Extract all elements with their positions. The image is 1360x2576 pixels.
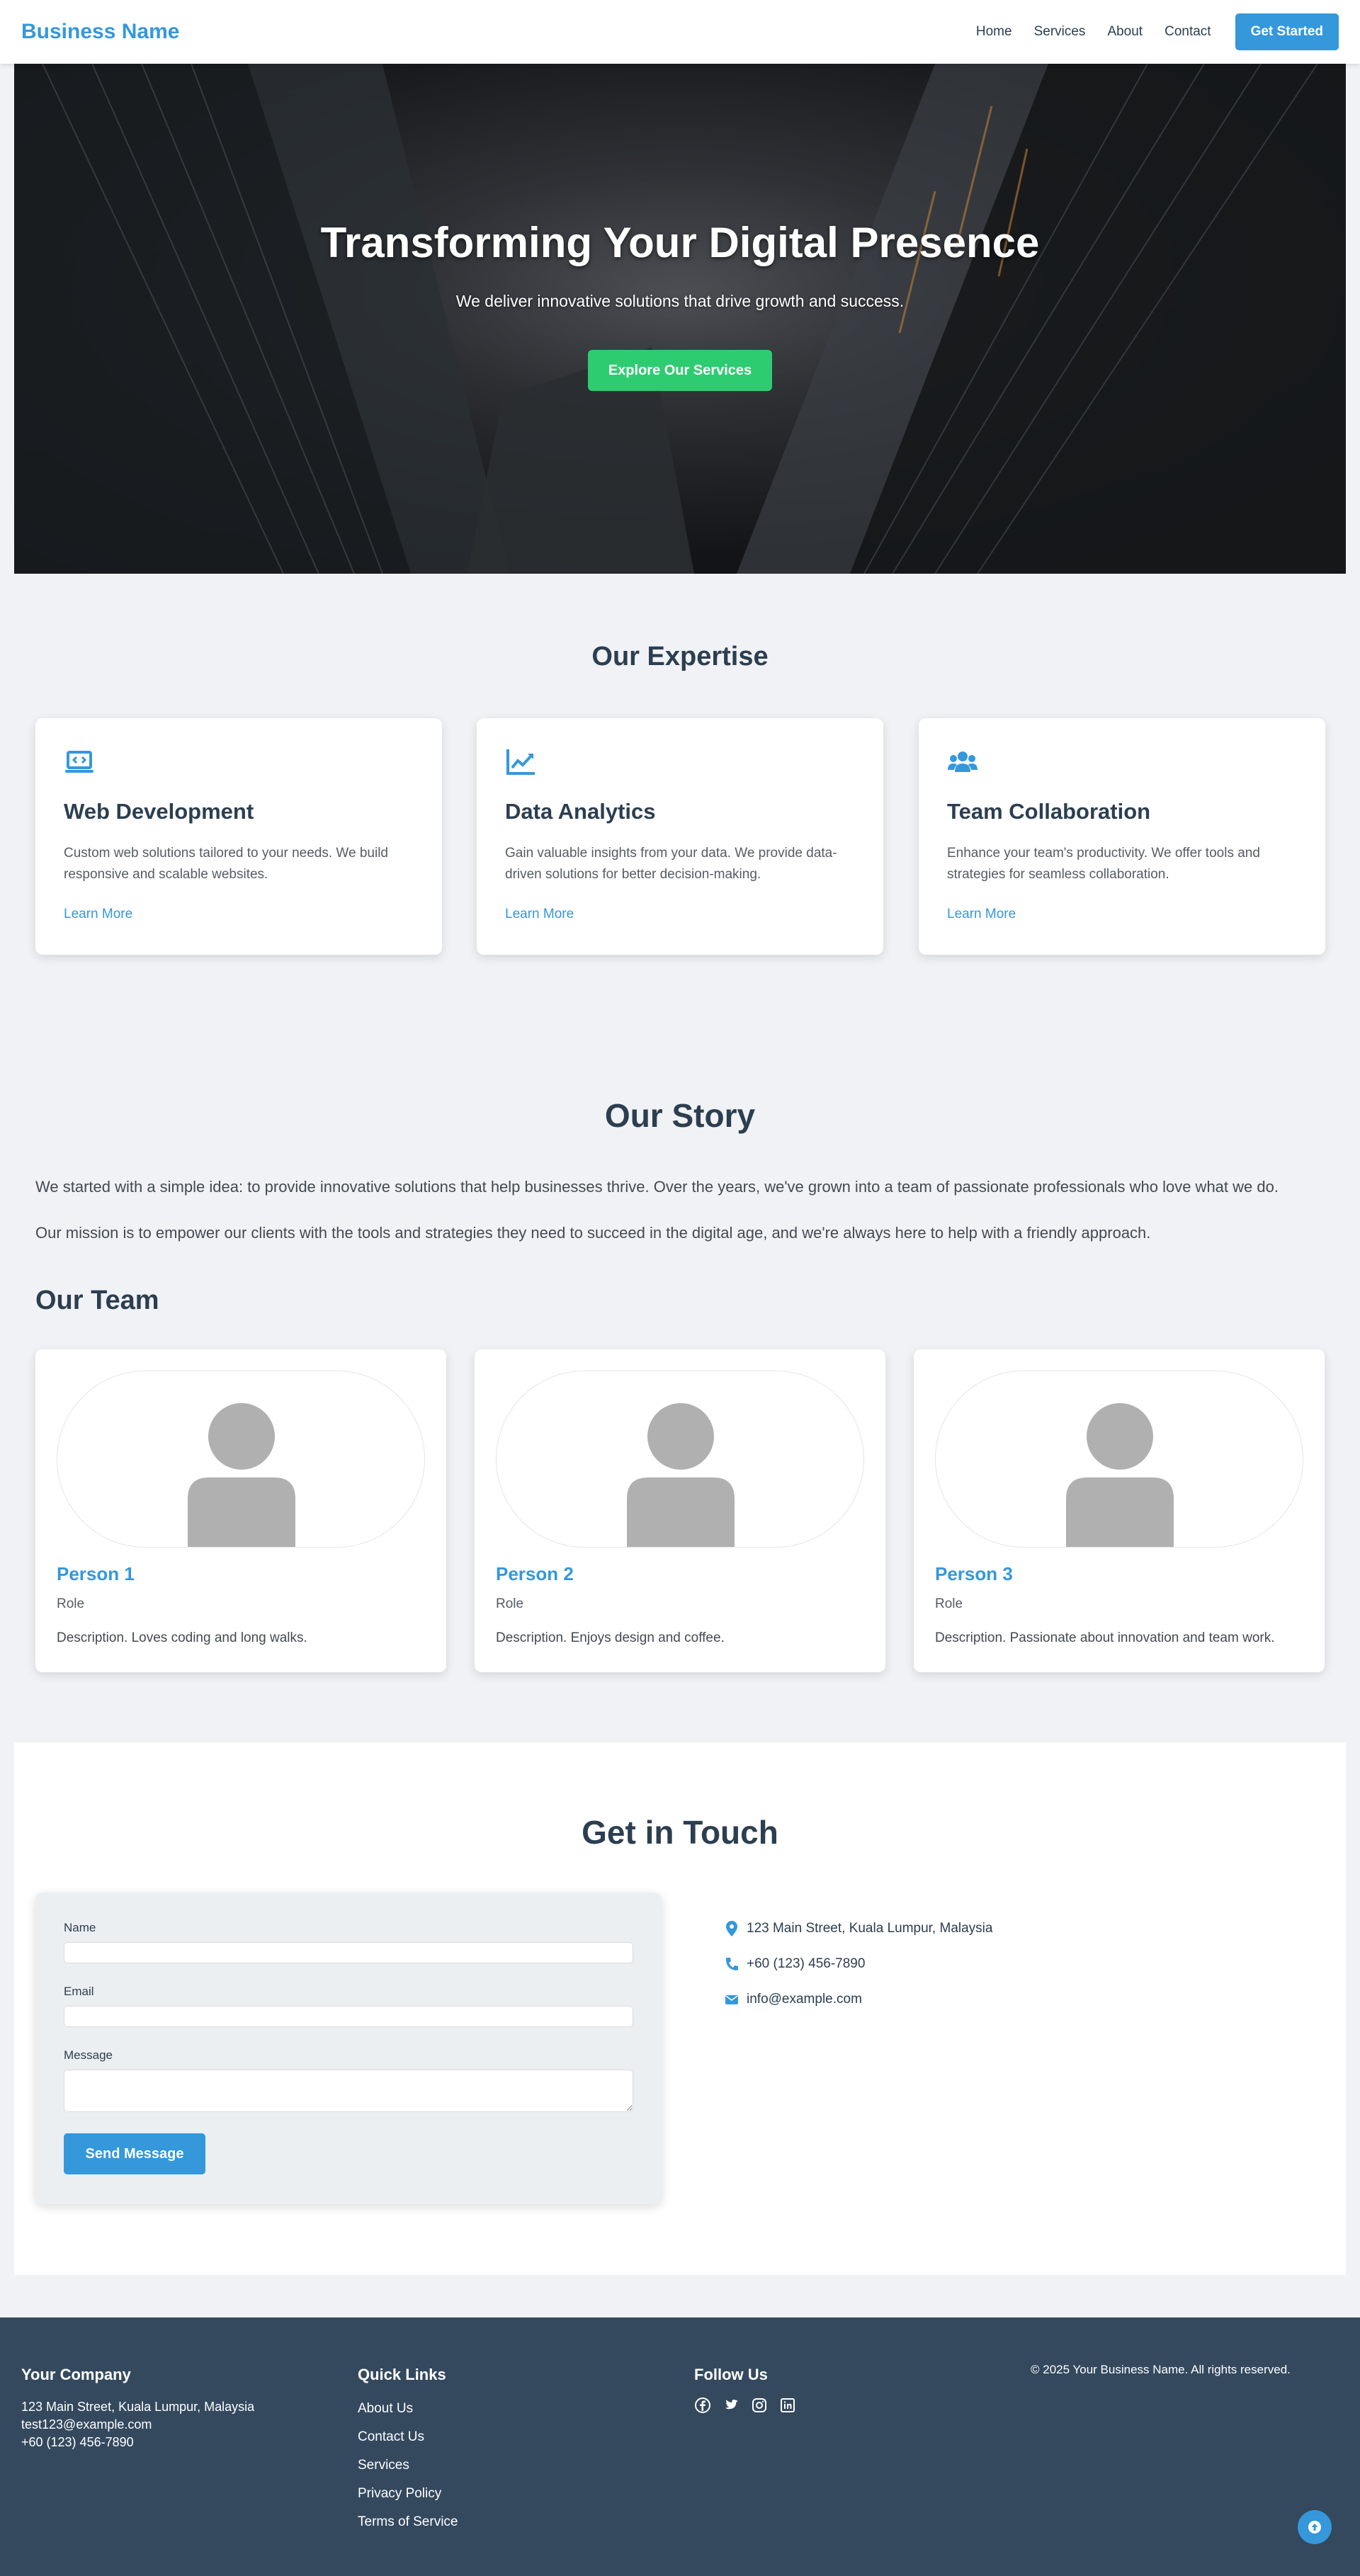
person-placeholder-icon: [188, 1403, 295, 1547]
email-text: info@example.com: [747, 1992, 862, 2007]
service-description: Gain valuable insights from your data. W…: [505, 846, 837, 882]
service-card-data-analytics: Data Analytics Gain valuable insights fr…: [477, 718, 883, 955]
contact-title: Get in Touch: [582, 1814, 778, 1851]
mission-paragraph: Our mission is to empower our clients wi…: [35, 1224, 1151, 1242]
service-title: Data Analytics: [505, 799, 656, 824]
users-icon: [948, 751, 978, 772]
footer-link-contact-us[interactable]: Contact Us: [358, 2429, 424, 2445]
expertise-title: Our Expertise: [591, 642, 769, 671]
avatar: [496, 1371, 864, 1548]
team-card-person-1: Person 1 Role Description. Loves coding …: [35, 1349, 446, 1672]
follow-us-title: Follow Us: [694, 2366, 768, 2383]
map-marker-icon: [726, 1921, 737, 1936]
contact-email: info@example.com: [725, 1992, 862, 2007]
scroll-to-top-button[interactable]: [1298, 2510, 1332, 2544]
phone-icon: [726, 1958, 738, 1970]
hero-title: Transforming Your Digital Presence: [320, 219, 1040, 266]
service-card-team-collaboration: Team Collaboration Enhance your team's p…: [919, 718, 1325, 955]
navbar: Business Name Home Services About Contac…: [0, 0, 1360, 64]
message-label: Message: [64, 2048, 113, 2062]
footer-link-privacy-policy[interactable]: Privacy Policy: [358, 2486, 441, 2502]
envelope-icon: [725, 1995, 738, 2004]
hero-content: Transforming Your Digital Presence We de…: [14, 64, 1346, 574]
send-message-button[interactable]: Send Message: [64, 2133, 205, 2174]
footer-company-title: Your Company: [21, 2366, 131, 2383]
name-field[interactable]: [64, 1942, 633, 1963]
person-description: Description. Loves coding and long walks…: [57, 1630, 307, 1645]
facebook-icon[interactable]: [694, 2397, 711, 2414]
get-started-button[interactable]: Get Started: [1235, 13, 1339, 50]
arrow-up-icon: [1308, 2521, 1321, 2534]
name-label: Name: [64, 1921, 96, 1934]
quick-links-title: Quick Links: [358, 2366, 446, 2383]
message-field[interactable]: [64, 2070, 633, 2112]
twitter-icon[interactable]: [722, 2397, 740, 2414]
footer-link-services[interactable]: Services: [358, 2458, 409, 2473]
learn-more-link[interactable]: Learn More: [64, 907, 414, 922]
footer: Your Company 123 Main Street, Kuala Lump…: [0, 2317, 1360, 2576]
chart-line-icon: [506, 749, 535, 775]
person-placeholder-icon: [627, 1403, 735, 1547]
person-name: Person 2: [496, 1563, 574, 1584]
explore-services-button[interactable]: Explore Our Services: [588, 350, 772, 391]
contact-phone: +60 (123) 456-7890: [725, 1956, 865, 1972]
contact-address: 123 Main Street, Kuala Lumpur, Malaysia: [725, 1921, 992, 1936]
story-paragraph: We started with a simple idea: to provid…: [35, 1178, 1279, 1196]
nav-links: Home Services About Contact Get Started: [954, 13, 1339, 50]
linkedin-icon[interactable]: [779, 2397, 796, 2414]
hero-subtitle: We deliver innovative solutions that dri…: [455, 292, 905, 310]
footer-address: 123 Main Street, Kuala Lumpur, Malaysia: [21, 2400, 255, 2414]
footer-phone: +60 (123) 456-7890: [21, 2435, 134, 2449]
service-description: Enhance your team's productivity. We off…: [947, 846, 1260, 882]
nav-link-contact[interactable]: Contact: [1164, 24, 1211, 40]
person-placeholder-icon: [1066, 1403, 1174, 1547]
service-title: Team Collaboration: [947, 799, 1151, 824]
email-field[interactable]: [64, 2006, 633, 2027]
person-role: Role: [496, 1596, 524, 1611]
story-title: Our Story: [604, 1097, 756, 1134]
footer-link-terms-of-service[interactable]: Terms of Service: [358, 2514, 458, 2530]
footer-email: test123@example.com: [21, 2417, 152, 2432]
service-title: Web Development: [64, 799, 254, 824]
person-name: Person 1: [57, 1563, 135, 1584]
service-card-web-development: Web Development Custom web solutions tai…: [35, 718, 442, 955]
address-text: 123 Main Street, Kuala Lumpur, Malaysia: [747, 1921, 993, 1936]
contact-section: Get in Touch Name Email Message Send Mes…: [14, 1742, 1346, 2275]
person-description: Description. Passionate about innovation…: [935, 1630, 1275, 1645]
nav-link-home[interactable]: Home: [976, 24, 1012, 40]
team-title: Our Team: [35, 1286, 159, 1315]
person-name: Person 3: [935, 1563, 1013, 1584]
avatar: [57, 1371, 425, 1548]
email-label: Email: [64, 1985, 94, 1998]
nav-link-services[interactable]: Services: [1034, 24, 1086, 40]
team-card-person-3: Person 3 Role Description. Passionate ab…: [914, 1349, 1325, 1672]
person-role: Role: [57, 1596, 85, 1611]
laptop-code-icon: [65, 751, 94, 773]
person-description: Description. Enjoys design and coffee.: [496, 1630, 725, 1645]
hero-section: Transforming Your Digital Presence We de…: [14, 64, 1346, 574]
brand-logo[interactable]: Business Name: [21, 20, 179, 44]
learn-more-link[interactable]: Learn More: [505, 907, 855, 922]
contact-form: Name Email Message Send Message: [35, 1893, 662, 2204]
avatar: [935, 1371, 1303, 1548]
team-card-person-2: Person 2 Role Description. Enjoys design…: [475, 1349, 885, 1672]
learn-more-link[interactable]: Learn More: [947, 907, 1297, 922]
phone-text: +60 (123) 456-7890: [747, 1956, 866, 1971]
footer-link-about-us[interactable]: About Us: [358, 2401, 413, 2417]
service-description: Custom web solutions tailored to your ne…: [64, 846, 389, 882]
nav-link-about[interactable]: About: [1107, 24, 1143, 40]
person-role: Role: [935, 1596, 963, 1611]
copyright-text: © 2025 Your Business Name. All rights re…: [1031, 2363, 1291, 2376]
instagram-icon[interactable]: [751, 2397, 768, 2414]
